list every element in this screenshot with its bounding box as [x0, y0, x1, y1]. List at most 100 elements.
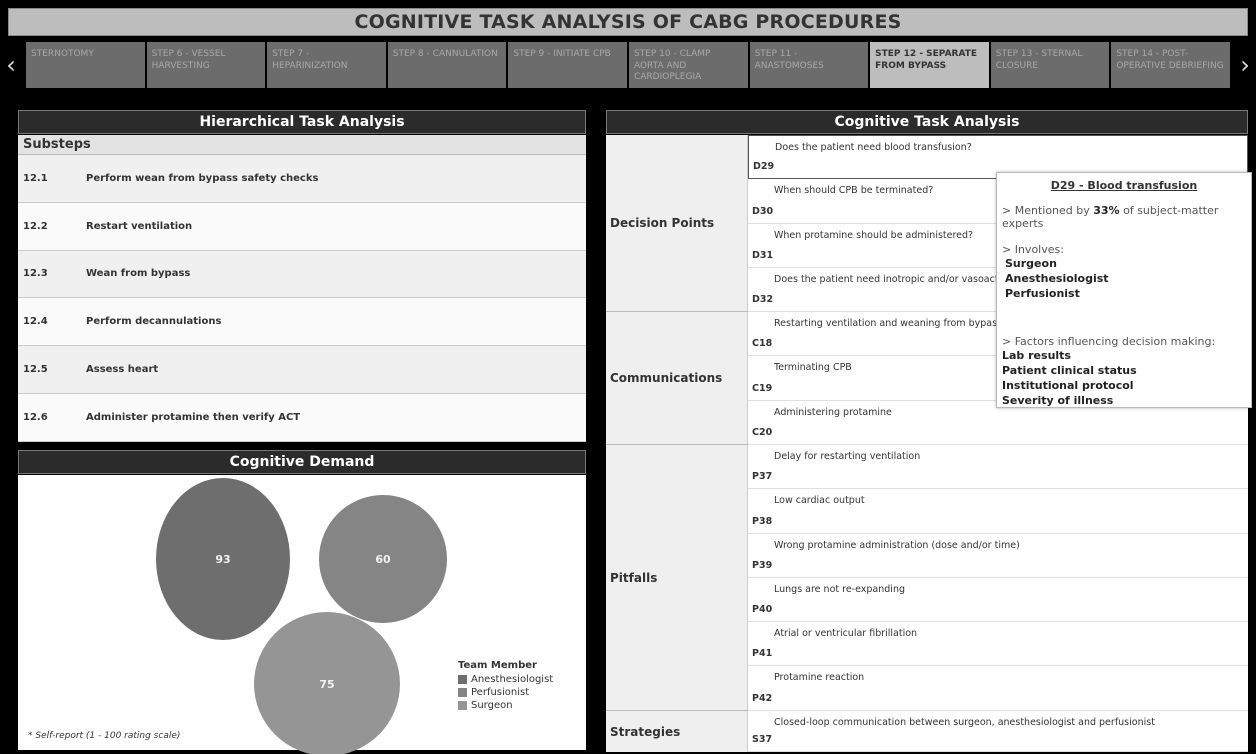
cta-group-strategies: Strategies S37 Closed-loop communication … [606, 711, 1248, 752]
bubble-surgeon[interactable]: 75 [254, 612, 400, 754]
bubble-perfusionist[interactable]: 60 [319, 495, 447, 623]
substep-text: Wean from bypass [86, 268, 191, 280]
tooltip-mentioned-prefix: > Mentioned by [1002, 204, 1094, 217]
step-tabs: STERNOTOMY STEP 6 - VESSEL HARVESTING ST… [26, 42, 1230, 88]
table-row[interactable]: 12.2 Restart ventilation [18, 203, 586, 251]
legend-title: Team Member [458, 660, 537, 671]
tooltip-involves-item: Anesthesiologist [1005, 272, 1109, 285]
item-text: Protamine reaction [774, 672, 865, 684]
tab-step-11[interactable]: STEP 11 - ANASTOMOSES [749, 42, 869, 88]
tooltip-d29: D29 - Blood transfusion > Mentioned by 3… [996, 172, 1252, 408]
legend: Team Member Anesthesiologist Perfusionis… [458, 660, 553, 712]
category-label: Communications [606, 312, 748, 444]
chevron-left-icon[interactable]: ‹ [2, 50, 20, 80]
item-code: P40 [752, 604, 773, 616]
item-code: P42 [752, 692, 773, 704]
tooltip-mentioned-pct: 33% [1093, 204, 1120, 217]
legend-item[interactable]: Anesthesiologist [458, 673, 553, 686]
item-code: P41 [752, 648, 773, 660]
tooltip-factor-item: Lab results [1002, 349, 1071, 362]
tab-step-13[interactable]: STEP 13 - STERNAL CLOSURE [990, 42, 1110, 88]
table-row[interactable]: 12.5 Assess heart [18, 346, 586, 394]
table-row[interactable]: 12.3 Wean from bypass [18, 250, 586, 299]
bubble-anesthesiologist[interactable]: 93 [156, 478, 290, 640]
list-item[interactable]: P41 Atrial or ventricular fibrillation [748, 622, 1248, 667]
item-code: D31 [752, 249, 774, 261]
substep-text: Perform wean from bypass safety checks [86, 172, 319, 184]
hta-rows: 12.1 Perform wean from bypass safety chec… [18, 155, 586, 442]
item-code: D32 [752, 294, 774, 306]
tab-step-7[interactable]: STEP 7 - HEPARINIZATION [267, 42, 386, 88]
item-text: Does the patient need inotropic and/or v… [774, 273, 1002, 285]
tooltip-factors-list: Lab results Patient clinical status Inst… [1002, 348, 1246, 408]
table-row[interactable]: 12.1 Perform wean from bypass safety chec… [18, 155, 586, 203]
item-code: D30 [752, 205, 774, 217]
substep-number: 12.3 [23, 268, 48, 280]
chevron-right-icon[interactable]: › [1236, 50, 1254, 80]
tab-step-9[interactable]: STEP 9 - INITIATE CPB [508, 42, 627, 88]
tooltip-involves-item: Surgeon [1005, 257, 1057, 270]
item-code: C18 [752, 338, 773, 350]
page-title: COGNITIVE TASK ANALYSIS OF CABG PROCEDUR… [8, 8, 1248, 36]
tab-step-14[interactable]: STEP 14 - POST-OPERATIVE DEBRIEFING [1111, 42, 1230, 88]
tab-sternotomy[interactable]: STERNOTOMY [26, 42, 145, 88]
list-item[interactable]: P42 Protamine reaction [748, 666, 1248, 711]
item-code: P37 [752, 471, 773, 483]
table-row[interactable]: 12.4 Perform decannulations [18, 298, 586, 347]
item-code: D29 [753, 161, 775, 173]
substep-text: Assess heart [86, 364, 159, 376]
tab-step-10[interactable]: STEP 10 - CLAMP AORTA AND CARDIOPLEGIA [628, 42, 748, 88]
tooltip-involves-item: Perfusionist [1005, 287, 1080, 300]
item-text: Restarting ventilation and weaning from … [774, 318, 1002, 329]
cognitive-demand-heading: Cognitive Demand [18, 450, 586, 474]
cta-heading: Cognitive Task Analysis [606, 110, 1248, 134]
item-text: When should CPB be terminated? [774, 185, 934, 197]
item-text: Wrong protamine administration (dose and… [774, 539, 1020, 551]
hta-panel: Substeps 12.1 Perform wean from bypass sa… [18, 135, 586, 442]
category-label: Strategies [606, 711, 748, 752]
step-tab-bar: ‹ STERNOTOMY STEP 6 - VESSEL HARVESTING … [0, 38, 1256, 92]
category-label: Decision Points [606, 135, 748, 311]
tooltip-involves-list: Surgeon Anesthesiologist Perfusionist [1002, 256, 1246, 301]
item-code: P39 [752, 559, 773, 571]
list-item[interactable]: S37 Closed-loop communication between sur… [748, 711, 1248, 752]
substep-number: 12.2 [23, 220, 48, 232]
legend-swatch [458, 701, 467, 710]
legend-label: Surgeon [471, 700, 513, 711]
substeps-label: Substeps [18, 135, 586, 155]
list-item[interactable]: P37 Delay for restarting ventilation [748, 445, 1248, 490]
tab-step-12[interactable]: STEP 12 - SEPARATE FROM BYPASS [870, 42, 989, 88]
bubble-value: 93 [215, 552, 231, 566]
item-text: Delay for restarting ventilation [774, 451, 921, 462]
substep-number: 12.6 [23, 411, 48, 423]
tooltip-title: D29 - Blood transfusion [1050, 179, 1198, 192]
substep-number: 12.4 [23, 316, 48, 328]
list-item[interactable]: P39 Wrong protamine administration (dose … [748, 534, 1248, 578]
legend-item[interactable]: Surgeon [458, 699, 553, 712]
item-code: C19 [752, 382, 773, 394]
list-item[interactable]: P38 Low cardiac output [748, 489, 1248, 534]
list-item[interactable]: P40 Lungs are not re-expanding [748, 578, 1248, 623]
item-text: Low cardiac output [774, 495, 865, 507]
category-label: Pitfalls [606, 445, 748, 710]
footnote: * Self-report (1 - 100 rating scale) [28, 731, 181, 741]
item-text: Closed-loop communication between surgeo… [774, 717, 1155, 728]
tab-step-8[interactable]: STEP 8 - CANNULATION [387, 42, 507, 88]
bubble-value: 60 [375, 552, 391, 566]
hta-heading: Hierarchical Task Analysis [18, 110, 586, 134]
tooltip-factors-label: > Factors influencing decision making: [1002, 335, 1216, 348]
item-text: When protamine should be administered? [774, 229, 974, 241]
table-row[interactable]: 12.6 Administer protamine then verify ACT [18, 394, 586, 442]
tooltip-factor-item: Severity of illness [1002, 394, 1114, 407]
legend-label: Anesthesiologist [471, 674, 554, 685]
substep-text: Administer protamine then verify ACT [86, 411, 301, 423]
legend-item[interactable]: Perfusionist [458, 686, 553, 699]
substep-number: 12.1 [23, 172, 48, 184]
legend-swatch [458, 675, 467, 684]
tab-step-6[interactable]: STEP 6 - VESSEL HARVESTING [146, 42, 266, 88]
page-title-text: COGNITIVE TASK ANALYSIS OF CABG PROCEDUR… [354, 11, 902, 33]
tooltip-factor-item: Institutional protocol [1002, 379, 1134, 392]
item-text: Atrial or ventricular fibrillation [774, 628, 918, 640]
item-code: S37 [752, 734, 773, 745]
tooltip-mentioned: > Mentioned by 33% of subject-matter exp… [1002, 204, 1246, 230]
